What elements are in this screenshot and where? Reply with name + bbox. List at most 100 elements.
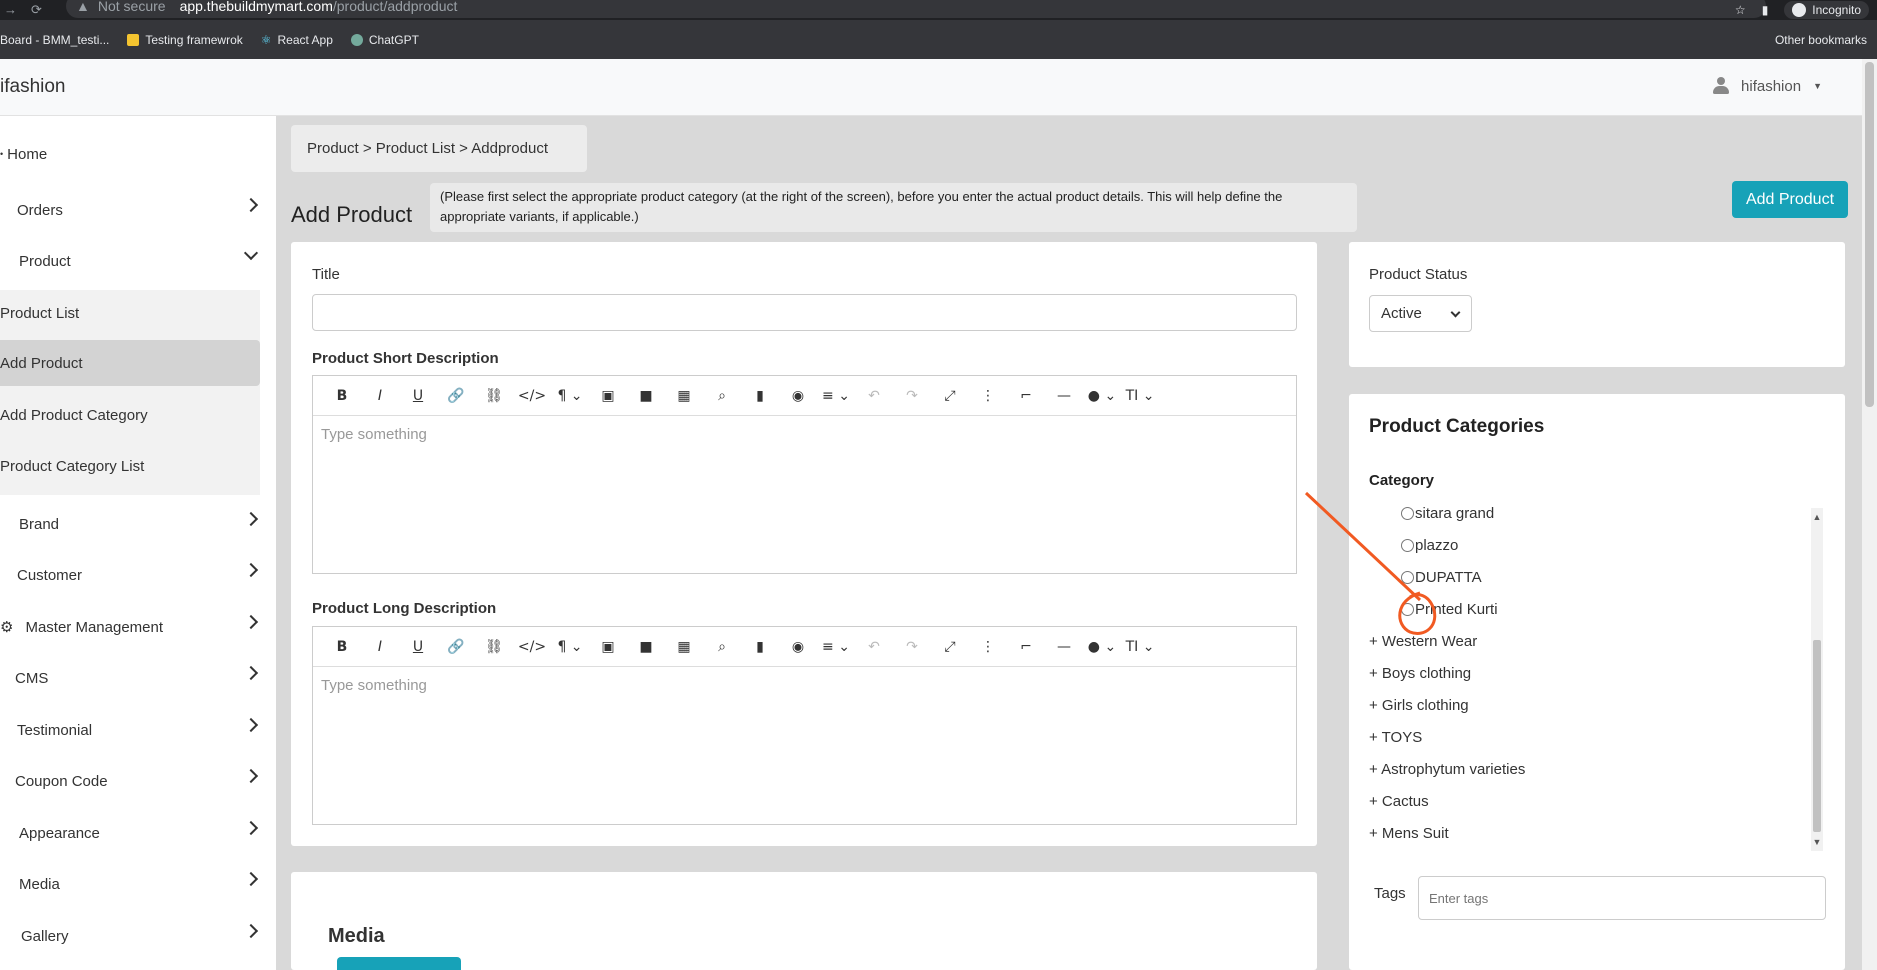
video-icon[interactable]: ■	[627, 634, 665, 660]
category-group[interactable]: + TOYS	[1369, 729, 1422, 746]
underline-icon[interactable]: U	[399, 383, 437, 409]
sidebar-item-orders[interactable]: Orders	[0, 190, 276, 230]
link-icon[interactable]: 🔗	[437, 634, 475, 660]
undo-icon[interactable]: ↶	[855, 383, 893, 409]
category-option[interactable]: sitara grand	[1401, 505, 1494, 522]
format-painter-icon[interactable]: ⌐	[1007, 634, 1045, 660]
table-icon[interactable]: ▦	[665, 634, 703, 660]
preview-icon[interactable]: ◉	[779, 383, 817, 409]
font-size-icon[interactable]: TI ⌄	[1121, 634, 1159, 660]
image-icon[interactable]: ▣	[589, 634, 627, 660]
upload-button[interactable]	[337, 957, 461, 970]
sidepanel-icon[interactable]: ▮	[1762, 3, 1769, 17]
brand-name[interactable]: ifashion	[0, 76, 66, 98]
page-scrollbar-thumb[interactable]	[1865, 62, 1874, 407]
bookmark-item[interactable]: ChatGPT	[350, 33, 419, 47]
table-icon[interactable]: ▦	[665, 383, 703, 409]
category-group[interactable]: + Astrophytum varieties	[1369, 761, 1525, 778]
submenu-item-product-list[interactable]: Product List	[0, 290, 260, 336]
redo-icon[interactable]: ↷	[893, 383, 931, 409]
italic-icon[interactable]: I	[361, 634, 399, 660]
sidebar-item-master-management[interactable]: ⚙ Master Management	[0, 607, 276, 647]
sidebar-item-appearance[interactable]: Appearance	[0, 813, 276, 853]
code-icon[interactable]: </>	[513, 634, 551, 660]
user-menu[interactable]: hifashion ▼	[1713, 77, 1822, 95]
category-group[interactable]: + Mens Suit	[1369, 825, 1449, 842]
unlink-icon[interactable]: ⛓	[475, 634, 513, 660]
short-desc-editor[interactable]: B I U 🔗 ⛓ </> ¶ ⌄ ▣ ■ ▦ ⌕ ▮ ◉ ≡ ⌄ ↶ ↷ ⤢ …	[312, 375, 1297, 574]
sidebar-item-coupon-code[interactable]: Coupon Code	[0, 761, 276, 801]
submenu-item-add-product[interactable]: Add Product	[0, 340, 260, 386]
file-icon[interactable]: ▮	[741, 383, 779, 409]
sidebar-item-brand[interactable]: Brand	[0, 504, 276, 544]
font-size-icon[interactable]: TI ⌄	[1121, 383, 1159, 409]
color-icon[interactable]: ● ⌄	[1083, 634, 1121, 660]
redo-icon[interactable]: ↷	[893, 634, 931, 660]
category-group[interactable]: + Girls clothing	[1369, 697, 1469, 714]
hr-icon[interactable]: —	[1045, 383, 1083, 409]
paragraph-icon[interactable]: ¶ ⌄	[551, 383, 589, 409]
address-bar[interactable]: ▲ Not secure app.thebuildmymart.com/prod…	[66, 0, 1766, 18]
category-group[interactable]: + Boys clothing	[1369, 665, 1471, 682]
bold-icon[interactable]: B	[323, 634, 361, 660]
radio-button[interactable]	[1401, 539, 1414, 552]
fullscreen-icon[interactable]: ⤢	[931, 383, 969, 409]
category-option[interactable]: plazzo	[1401, 537, 1458, 554]
incognito-badge[interactable]: Incognito	[1784, 1, 1869, 19]
more-icon[interactable]: ⋮	[969, 634, 1007, 660]
submenu-item-add-product-category[interactable]: Add Product Category	[0, 392, 260, 438]
bookmark-item[interactable]: ⚛ React App	[261, 33, 333, 47]
preview-icon[interactable]: ◉	[779, 634, 817, 660]
format-painter-icon[interactable]: ⌐	[1007, 383, 1045, 409]
radio-button[interactable]	[1401, 603, 1414, 616]
italic-icon[interactable]: I	[361, 383, 399, 409]
star-icon[interactable]: ☆	[1735, 3, 1746, 17]
fullscreen-icon[interactable]: ⤢	[931, 634, 969, 660]
search-icon[interactable]: ⌕	[703, 634, 741, 660]
long-desc-editor[interactable]: B I U 🔗 ⛓ </> ¶ ⌄ ▣ ■ ▦ ⌕ ▮ ◉ ≡ ⌄ ↶ ↷ ⤢ …	[312, 626, 1297, 825]
align-icon[interactable]: ≡ ⌄	[817, 634, 855, 660]
category-group[interactable]: + Western Wear	[1369, 633, 1477, 650]
code-icon[interactable]: </>	[513, 383, 551, 409]
sidebar-item-product[interactable]: Product	[0, 241, 276, 281]
back-icon[interactable]: →	[4, 2, 17, 18]
underline-icon[interactable]: U	[399, 634, 437, 660]
sidebar-item-home[interactable]: • Home	[0, 134, 276, 174]
align-icon[interactable]: ≡ ⌄	[817, 383, 855, 409]
paragraph-icon[interactable]: ¶ ⌄	[551, 634, 589, 660]
incognito-icon	[1792, 3, 1807, 17]
more-icon[interactable]: ⋮	[969, 383, 1007, 409]
radio-button[interactable]	[1401, 571, 1414, 584]
bookmark-item[interactable]: Testing framewrok	[127, 33, 243, 47]
scroll-up-icon[interactable]: ▲	[1812, 512, 1822, 522]
category-scrollbar-thumb[interactable]	[1813, 640, 1821, 832]
video-icon[interactable]: ■	[627, 383, 665, 409]
category-option[interactable]: Printed Kurti	[1401, 601, 1498, 618]
unlink-icon[interactable]: ⛓	[475, 383, 513, 409]
search-icon[interactable]: ⌕	[703, 383, 741, 409]
scroll-down-icon[interactable]: ▼	[1812, 837, 1822, 847]
category-option[interactable]: DUPATTA	[1401, 569, 1482, 586]
add-product-button[interactable]: Add Product	[1732, 181, 1848, 218]
bookmark-item[interactable]: Board - BMM_testi...	[0, 33, 109, 47]
bold-icon[interactable]: B	[323, 383, 361, 409]
status-select[interactable]: Active	[1369, 295, 1472, 332]
sidebar-item-testimonial[interactable]: Testimonial	[0, 710, 276, 750]
tags-input[interactable]	[1418, 876, 1826, 920]
other-bookmarks[interactable]: Other bookmarks	[1769, 20, 1867, 59]
color-icon[interactable]: ● ⌄	[1083, 383, 1121, 409]
sidebar-item-cms[interactable]: CMS	[0, 658, 276, 698]
title-input[interactable]	[312, 294, 1297, 331]
reload-icon[interactable]: ⟳	[31, 2, 42, 18]
link-icon[interactable]: 🔗	[437, 383, 475, 409]
sidebar-item-media[interactable]: Media	[0, 864, 276, 904]
submenu-item-product-category-list[interactable]: Product Category List	[0, 443, 260, 489]
sidebar-item-customer[interactable]: Customer	[0, 555, 276, 595]
category-group[interactable]: + Cactus	[1369, 793, 1429, 810]
undo-icon[interactable]: ↶	[855, 634, 893, 660]
image-icon[interactable]: ▣	[589, 383, 627, 409]
sidebar-item-gallery[interactable]: Gallery	[0, 916, 276, 956]
hr-icon[interactable]: —	[1045, 634, 1083, 660]
file-icon[interactable]: ▮	[741, 634, 779, 660]
radio-button[interactable]	[1401, 507, 1414, 520]
